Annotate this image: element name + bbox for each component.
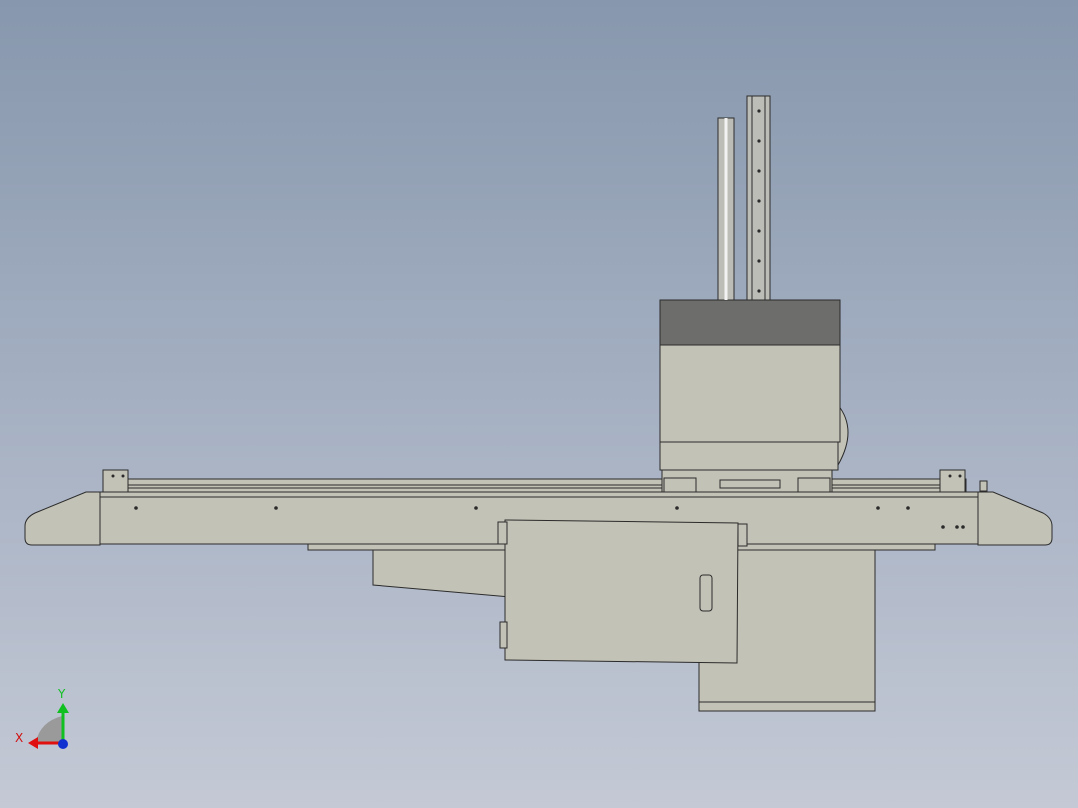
- left-end-stop: [102, 469, 129, 493]
- screw-hole: [274, 506, 278, 510]
- gantry-assembly-drawing[interactable]: [0, 0, 1078, 808]
- right-end-stop: [939, 469, 966, 493]
- panel-hinge-bottom: [499, 621, 508, 649]
- screw-hole: [757, 169, 761, 173]
- screw-hole: [675, 506, 679, 510]
- rear-support-plate: [372, 547, 511, 598]
- x-axis-label: X: [15, 731, 24, 745]
- screw-hole: [955, 525, 959, 529]
- screw-hole: [757, 289, 761, 293]
- screw-hole: [941, 525, 945, 529]
- panel-latch: [699, 574, 713, 612]
- screw-hole: [757, 139, 761, 143]
- y-axis-arrowhead: [57, 703, 69, 713]
- screw-hole: [757, 229, 761, 233]
- vertical-rail: [746, 95, 771, 301]
- motor-housing: [659, 344, 841, 443]
- base-foot: [698, 701, 876, 712]
- carriage-block-left: [663, 477, 697, 493]
- motor-cap: [659, 299, 841, 346]
- panel-hinge-right: [737, 523, 748, 547]
- main-beam-left-cap: [24, 491, 101, 546]
- z-axis-dot: [58, 739, 68, 749]
- screw-hole: [111, 474, 115, 478]
- screw-hole: [757, 199, 761, 203]
- cad-graphics-viewport[interactable]: X Y: [0, 0, 1078, 808]
- screw-hole: [958, 474, 962, 478]
- motor-base: [659, 441, 839, 471]
- screw-hole: [757, 109, 761, 113]
- triad-plane-arc: [36, 716, 62, 742]
- carriage-block-right: [797, 477, 831, 493]
- right-sensor: [979, 480, 988, 492]
- main-beam-right-cap: [977, 491, 1053, 546]
- screw-hole: [906, 506, 910, 510]
- screw-hole: [876, 506, 880, 510]
- screw-hole: [134, 506, 138, 510]
- screw-hole: [121, 474, 125, 478]
- screw-hole: [474, 506, 478, 510]
- axis-triad: [28, 703, 69, 749]
- screw-hole: [961, 525, 965, 529]
- y-axis-label: Y: [58, 687, 66, 701]
- screw-hole: [948, 474, 952, 478]
- panel-hinge-left: [497, 521, 508, 545]
- screw-hole: [757, 259, 761, 263]
- carriage-center: [719, 479, 781, 489]
- x-axis-arrowhead: [28, 737, 38, 749]
